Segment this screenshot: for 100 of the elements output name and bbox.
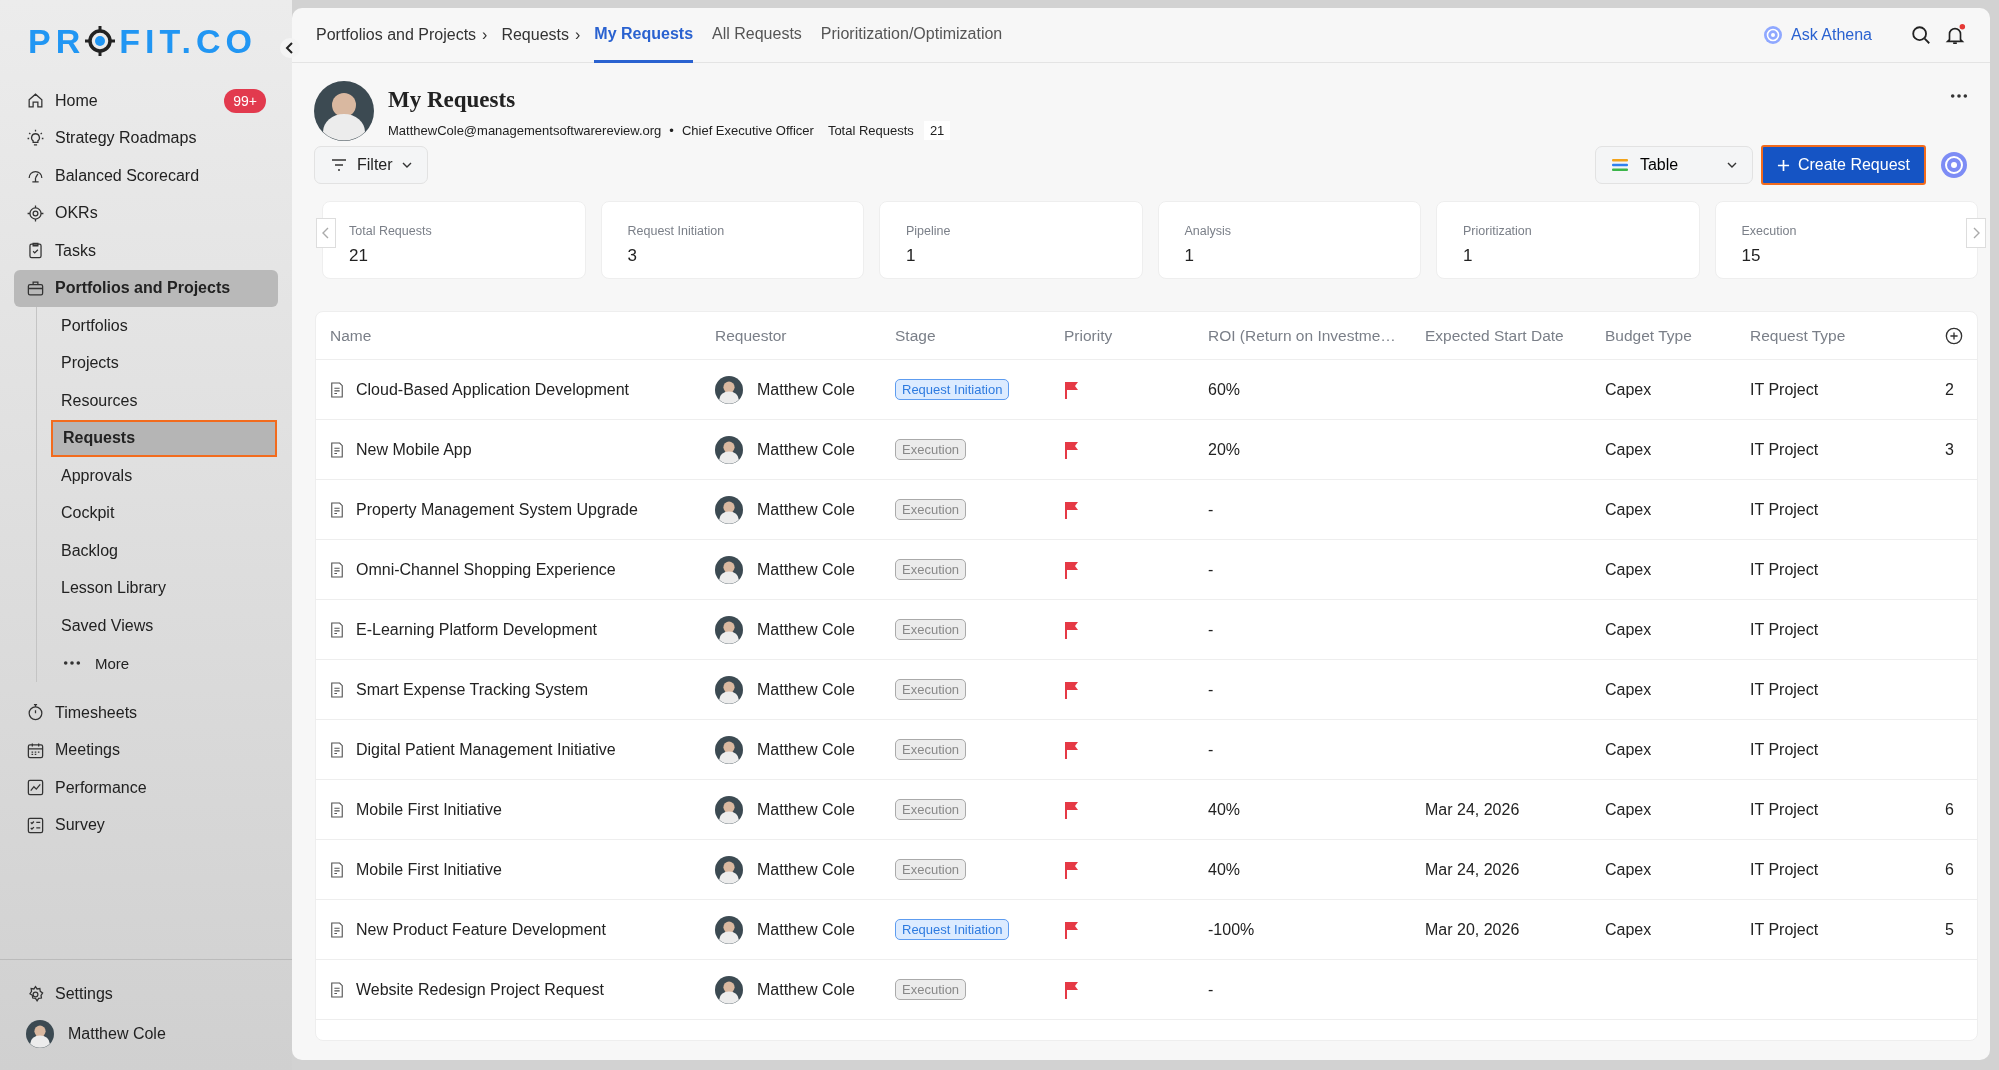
user-name[interactable]: Matthew Cole	[68, 1025, 266, 1043]
flag-icon	[1064, 440, 1080, 459]
sidebar-subitem[interactable]: Backlog	[51, 532, 277, 570]
flag-icon	[1064, 500, 1080, 519]
breadcrumb-link[interactable]: Portfolios and Projects	[316, 26, 477, 44]
sidebar-item[interactable]: Balanced Scorecard	[14, 157, 278, 195]
notification-icon[interactable]	[1944, 24, 1966, 46]
request-name[interactable]: Property Management System Upgrade	[356, 500, 638, 519]
table-cell: IT Project	[1750, 800, 1819, 819]
request-name[interactable]: New Mobile App	[356, 440, 472, 459]
stage-tag: Execution	[895, 799, 967, 820]
sidebar-item[interactable]: OKRs	[14, 194, 278, 232]
flag-icon	[1064, 680, 1080, 699]
requestor-name: Matthew Cole	[757, 500, 855, 519]
table-cell: 6	[1945, 860, 1954, 879]
document-icon	[330, 621, 344, 638]
target-icon	[85, 26, 116, 56]
sidebar-item[interactable]: Portfolios and Projects	[14, 269, 278, 307]
sidebar-subitem[interactable]: Projects	[51, 344, 277, 382]
breadcrumb-separator: ›	[575, 26, 581, 44]
table-cell: -	[1208, 680, 1214, 699]
settings-link[interactable]: Settings	[55, 985, 266, 1003]
sidebar-subitem[interactable]: Approvals	[51, 457, 277, 495]
sidebar-subitem[interactable]: Resources	[51, 382, 277, 420]
requestor-name: Matthew Cole	[757, 980, 855, 999]
more-link[interactable]: More	[95, 654, 130, 672]
avatar	[314, 81, 374, 141]
request-name[interactable]: Website Redesign Project Request	[356, 980, 604, 999]
filter-button[interactable]: Filter	[314, 146, 428, 184]
add-column-icon[interactable]	[1945, 326, 1963, 345]
table-cell: IT Project	[1750, 680, 1819, 699]
sidebar-item[interactable]: Timesheets	[14, 694, 278, 732]
total-label: Total Requests	[827, 123, 914, 138]
request-name[interactable]: New Product Feature Development	[356, 920, 606, 939]
sidebar-subitem[interactable]: Requests	[51, 419, 277, 457]
sidebar-item[interactable]: Strategy Roadmaps	[14, 119, 278, 157]
sidebar-item[interactable]: Home 99+	[14, 82, 278, 120]
table-cell: IT Project	[1750, 560, 1819, 579]
create-request-button[interactable]: Create Request	[1760, 145, 1926, 185]
sidebar-subitem[interactable]: Portfolios	[51, 307, 277, 345]
column-header: Expected Start Date	[1425, 326, 1564, 345]
stat-label: Pipeline	[906, 224, 952, 238]
sidebar-item[interactable]: Meetings	[14, 731, 278, 769]
avatar	[715, 795, 743, 824]
orb-icon[interactable]	[1940, 151, 1968, 179]
table-cell: Capex	[1605, 740, 1652, 759]
more-icon[interactable]	[1950, 93, 1968, 99]
request-name[interactable]: E-Learning Platform Development	[356, 620, 597, 639]
stopwatch-icon	[26, 703, 45, 723]
assistant-button[interactable]: Ask Athena	[1763, 25, 1872, 45]
flag-icon	[1064, 860, 1080, 879]
view-dropdown[interactable]: Table	[1594, 146, 1753, 184]
sidebar-subitem[interactable]: Lesson Library	[51, 569, 277, 607]
request-name[interactable]: Digital Patient Management Initiative	[356, 740, 616, 759]
document-icon	[330, 921, 344, 938]
sidebar-subitem[interactable]: Saved Views	[51, 607, 277, 645]
sidebar-subitem[interactable]: Cockpit	[51, 494, 277, 532]
column-header: Requestor	[715, 326, 787, 345]
request-name[interactable]: Smart Expense Tracking System	[356, 680, 589, 699]
document-icon	[330, 981, 344, 998]
table-cell: IT Project	[1750, 380, 1819, 399]
document-icon	[330, 501, 344, 518]
flag-icon	[1064, 740, 1080, 759]
table-cell: Mar 24, 2026	[1425, 800, 1520, 819]
tab[interactable]: All Requests	[712, 8, 802, 63]
flag-icon	[1064, 980, 1080, 999]
request-name[interactable]: Mobile First Initiative	[356, 860, 502, 879]
stat-label: Prioritization	[1463, 224, 1533, 238]
tab[interactable]: My Requests	[594, 8, 694, 63]
avatar	[715, 735, 743, 764]
table-cell: -100%	[1208, 920, 1255, 939]
stat-value: 15	[1741, 246, 1762, 266]
breadcrumb-link[interactable]: Requests	[501, 26, 569, 44]
logo: PR FIT.CO	[27, 22, 258, 60]
stage-tag: Execution	[895, 739, 967, 760]
sidebar-item[interactable]: Tasks	[14, 232, 278, 270]
table-cell: -	[1208, 620, 1214, 639]
search-icon[interactable]	[1910, 24, 1932, 46]
sidebar-item[interactable]: Survey	[14, 806, 278, 844]
clipboard-icon	[26, 241, 45, 261]
avatar	[715, 975, 743, 1004]
requestor-name: Matthew Cole	[757, 680, 855, 699]
table-cell: -	[1208, 740, 1214, 759]
checklist-icon	[26, 815, 45, 835]
table-cell: Capex	[1605, 920, 1652, 939]
request-name[interactable]: Omni-Channel Shopping Experience	[356, 560, 616, 579]
table-cell: -	[1208, 560, 1214, 579]
stage-tag: Execution	[895, 499, 967, 520]
request-name[interactable]: Mobile First Initiative	[356, 800, 502, 819]
count-badge: 21	[923, 121, 951, 140]
chart-icon	[26, 778, 45, 798]
column-header: Stage	[895, 326, 936, 345]
sidebar-item[interactable]: Performance	[14, 769, 278, 807]
stage-tag: Execution	[895, 559, 967, 580]
request-name[interactable]: Cloud-Based Application Development	[356, 380, 630, 399]
stage-tag: Execution	[895, 859, 967, 880]
avatar	[715, 555, 743, 584]
stat-value: 1	[906, 246, 917, 266]
table-cell: IT Project	[1750, 500, 1819, 519]
tab[interactable]: Prioritization/Optimization	[820, 8, 1003, 63]
